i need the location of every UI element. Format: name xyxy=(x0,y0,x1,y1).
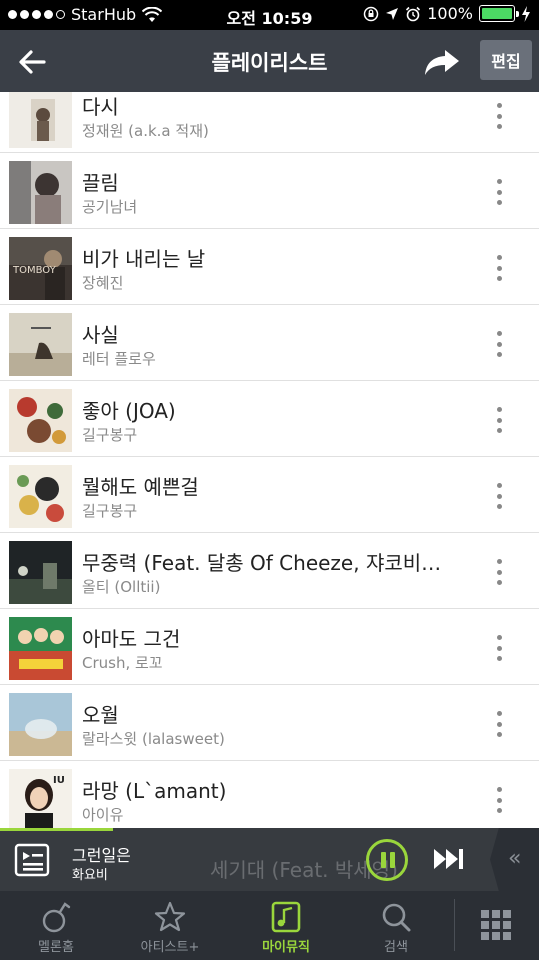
carrier-name: StarHub xyxy=(71,5,137,24)
song-artist: 랄라스윗 (lalasweet) xyxy=(82,730,225,748)
album-art xyxy=(9,693,72,756)
status-left: StarHub xyxy=(8,5,163,24)
song-artist: 길구봉구 xyxy=(82,502,138,520)
alarm-icon xyxy=(406,6,421,21)
back-arrow-icon[interactable] xyxy=(14,44,50,80)
status-right: 100% xyxy=(363,4,531,23)
song-artist: 올티 (Olltii) xyxy=(82,578,161,596)
tab-label: 멜론홈 xyxy=(38,940,74,955)
now-playing-title: 그런일은 xyxy=(72,846,131,865)
list-item[interactable]: 아마도 그건 Crush, 로꼬 xyxy=(0,609,539,685)
more-options-icon[interactable] xyxy=(484,783,514,817)
navigation-header: 플레이리스트 편집 xyxy=(0,30,539,92)
album-art xyxy=(9,617,72,680)
song-title: 좋아 (JOA) xyxy=(82,399,176,423)
album-art xyxy=(9,465,72,528)
album-art xyxy=(9,313,72,376)
album-art: TOMBOY xyxy=(9,237,72,300)
song-artist: 정재원 (a.k.a 적재) xyxy=(82,122,209,140)
song-title: 라망 (L`amant) xyxy=(82,779,227,803)
rotation-lock-icon xyxy=(364,6,379,21)
tab-divider xyxy=(454,899,455,951)
more-options-icon[interactable] xyxy=(484,251,514,285)
star-icon xyxy=(154,901,186,932)
playlist: 다시 정재원 (a.k.a 적재) 끌림 공기남녀 TOMBOY 비가 내리는 … xyxy=(0,92,539,828)
tab-melon-home[interactable]: 멜론홈 xyxy=(20,891,92,960)
album-art-text: TOMBOY xyxy=(12,265,57,276)
tab-label: 아티스트+ xyxy=(140,940,200,955)
battery-level xyxy=(482,8,512,19)
list-item[interactable]: 사실 레터 플로우 xyxy=(0,305,539,381)
more-options-icon[interactable] xyxy=(484,631,514,665)
battery-icon xyxy=(479,5,519,22)
tab-artist-plus[interactable]: 아티스트+ xyxy=(128,891,212,960)
list-item[interactable]: 좋아 (JOA) 길구봉구 xyxy=(0,381,539,457)
pause-button[interactable] xyxy=(366,839,408,881)
list-item[interactable]: 뭘해도 예쁜걸 길구봉구 xyxy=(0,457,539,533)
album-art xyxy=(9,389,72,452)
list-item[interactable]: 오월 랄라스윗 (lalasweet) xyxy=(0,685,539,761)
song-title: 무중력 (Feat. 달총 Of Cheeze, 쟈코비… xyxy=(82,551,442,575)
more-options-icon[interactable] xyxy=(484,555,514,589)
more-options-icon[interactable] xyxy=(484,403,514,437)
more-options-icon[interactable] xyxy=(484,175,514,209)
playlist-queue-icon[interactable] xyxy=(14,842,50,878)
mini-player[interactable]: 세기대 (Feat. 박세영) 그런일은 화요비 « xyxy=(0,828,539,891)
song-title: 아마도 그건 xyxy=(82,627,181,651)
song-title: 뭘해도 예쁜걸 xyxy=(82,475,199,499)
song-title: 끌림 xyxy=(82,171,119,195)
more-options-icon[interactable] xyxy=(484,327,514,361)
share-icon[interactable] xyxy=(423,44,461,80)
location-icon xyxy=(386,7,399,20)
tab-my-music[interactable]: 마이뮤직 xyxy=(250,891,322,960)
list-item[interactable]: 끌림 공기남녀 xyxy=(0,153,539,229)
album-art xyxy=(9,541,72,604)
playback-progress xyxy=(0,828,114,831)
list-item[interactable]: IU 라망 (L`amant) 아이유 xyxy=(0,761,539,828)
tab-label: 검색 xyxy=(384,940,408,955)
list-item[interactable]: TOMBOY 비가 내리는 날 장혜진 xyxy=(0,229,539,305)
tab-search[interactable]: 검색 xyxy=(360,891,432,960)
song-title: 사실 xyxy=(82,323,119,347)
double-chevron-left-icon[interactable]: « xyxy=(508,846,521,871)
status-bar: StarHub 오전 10:59 100% xyxy=(0,0,539,30)
more-options-icon[interactable] xyxy=(484,479,514,513)
melon-icon xyxy=(42,902,71,933)
album-art-text: IU xyxy=(53,775,65,786)
album-art xyxy=(9,161,72,224)
next-track-icon[interactable] xyxy=(432,846,468,872)
search-icon xyxy=(382,903,411,932)
charging-bolt-icon xyxy=(522,5,530,22)
song-artist: Crush, 로꼬 xyxy=(82,654,163,672)
list-item[interactable]: 무중력 (Feat. 달총 Of Cheeze, 쟈코비… 올티 (Olltii… xyxy=(0,533,539,609)
list-item[interactable]: 다시 정재원 (a.k.a 적재) xyxy=(0,92,539,153)
tab-label: 마이뮤직 xyxy=(262,940,310,955)
song-artist: 레터 플로우 xyxy=(82,350,156,368)
song-title: 다시 xyxy=(82,95,119,119)
song-artist: 아이유 xyxy=(82,806,124,824)
battery-percentage: 100% xyxy=(427,4,473,23)
edit-button[interactable]: 편집 xyxy=(480,40,532,80)
grid-menu-icon[interactable] xyxy=(481,910,511,940)
song-artist: 장혜진 xyxy=(82,274,124,292)
song-title: 오월 xyxy=(82,703,119,727)
more-options-icon[interactable] xyxy=(484,707,514,741)
wifi-icon xyxy=(142,6,163,22)
song-artist: 공기남녀 xyxy=(82,198,138,216)
more-options-icon[interactable] xyxy=(484,99,514,133)
bottom-tab-bar: 멜론홈 아티스트+ 마이뮤직 검색 xyxy=(0,891,539,960)
signal-strength-icon xyxy=(8,10,65,19)
now-playing-artist: 화요비 xyxy=(72,868,108,883)
album-art xyxy=(9,92,72,148)
album-art: IU xyxy=(9,769,72,828)
song-title: 비가 내리는 날 xyxy=(82,247,206,271)
music-note-icon xyxy=(271,901,301,933)
song-artist: 길구봉구 xyxy=(82,426,138,444)
